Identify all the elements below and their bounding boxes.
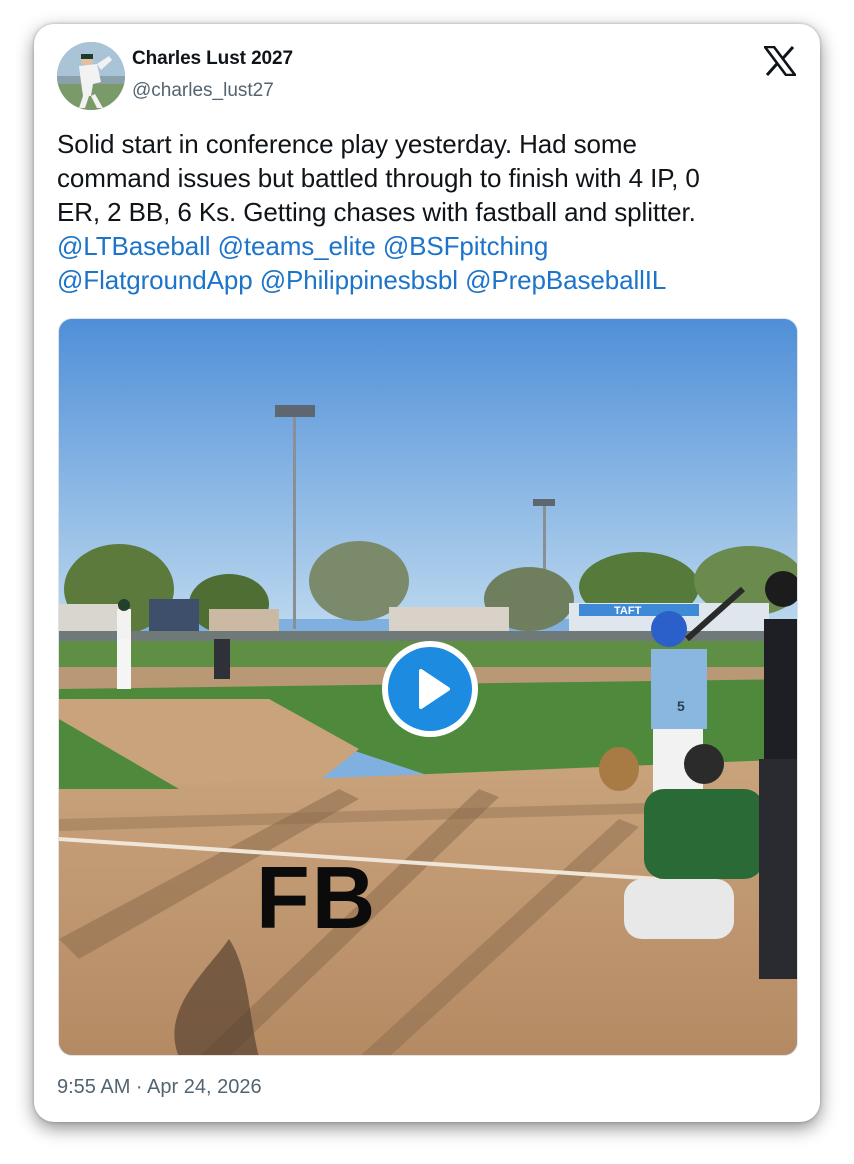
tweet-card: Charles Lust 2027 @charles_lust27 Solid … [34, 24, 820, 1122]
mention-link[interactable]: @LTBaseball [57, 231, 211, 261]
mention-link[interactable]: @PrepBaseballIL [465, 265, 666, 295]
video-player[interactable]: TAFT 5 FB [58, 318, 798, 1056]
mention-link[interactable]: @FlatgroundApp [57, 265, 253, 295]
x-logo-icon[interactable] [762, 45, 798, 77]
mentions-line: @LTBaseball @teams_elite @BSFpitching [57, 229, 797, 263]
play-icon [388, 647, 472, 731]
scoreboard-text: TAFT [614, 605, 642, 617]
play-button[interactable] [382, 641, 478, 737]
mention-link[interactable]: @teams_elite [218, 231, 376, 261]
jersey-number: 5 [677, 698, 685, 714]
tweet-line: command issues but battled through to fi… [57, 163, 700, 193]
display-name[interactable]: Charles Lust 2027 [132, 48, 293, 70]
pitch-type-label: FB [256, 848, 378, 947]
tweet-line: ER, 2 BB, 6 Ks. Getting chases with fast… [57, 197, 696, 227]
mention-link[interactable]: @Philippinesbsbl [260, 265, 458, 295]
user-handle[interactable]: @charles_lust27 [132, 80, 274, 102]
mentions-line: @FlatgroundApp @Philippinesbsbl @PrepBas… [57, 263, 797, 297]
tweet-timestamp[interactable]: 9:55 AM · Apr 24, 2026 [57, 1076, 262, 1099]
avatar[interactable] [57, 42, 125, 110]
tweet-line: Solid start in conference play yesterday… [57, 129, 637, 159]
tweet-text: Solid start in conference play yesterday… [57, 127, 797, 297]
mention-link[interactable]: @BSFpitching [383, 231, 548, 261]
